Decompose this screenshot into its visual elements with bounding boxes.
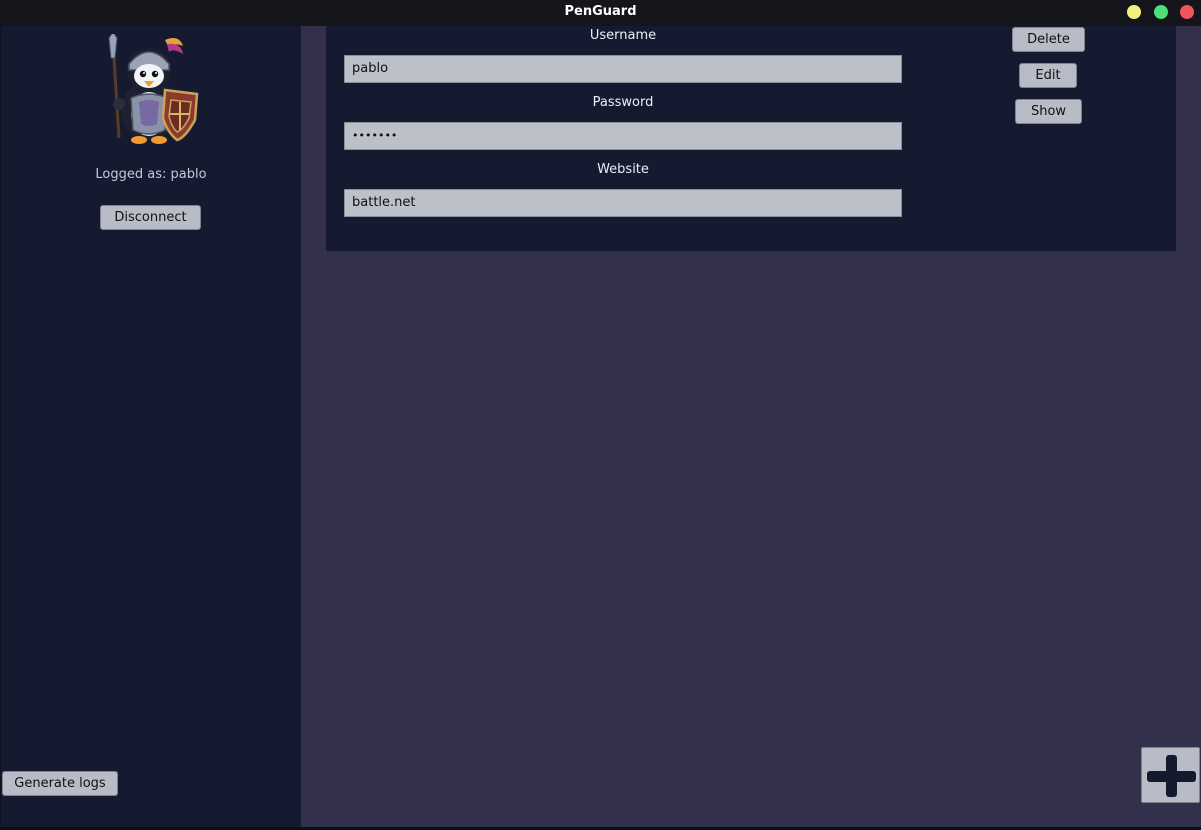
sidebar: Logged as: pablo Disconnect Generate log…: [1, 26, 301, 827]
app-window: PenGuard Logged as: pablo Disconnect Gen…: [0, 0, 1201, 830]
show-button[interactable]: Show: [1015, 99, 1082, 124]
title-bar[interactable]: PenGuard: [0, 0, 1201, 26]
generate-logs-button[interactable]: Generate logs: [2, 771, 118, 796]
logged-user-label: Logged as: pablo: [95, 167, 207, 182]
window-title: PenGuard: [564, 4, 637, 19]
username-label: Username: [589, 28, 657, 43]
delete-button[interactable]: Delete: [1012, 27, 1085, 52]
plus-icon: [1147, 755, 1196, 797]
edit-button[interactable]: Edit: [1019, 63, 1077, 88]
minimize-button[interactable]: [1127, 5, 1141, 19]
disconnect-button[interactable]: Disconnect: [100, 205, 201, 230]
add-entry-button[interactable]: [1141, 747, 1200, 803]
website-label: Website: [597, 162, 649, 177]
maximize-button[interactable]: [1154, 5, 1168, 19]
website-field[interactable]: battle.net: [344, 189, 902, 217]
password-label: Password: [592, 95, 654, 110]
close-button[interactable]: [1180, 5, 1194, 19]
username-field[interactable]: pablo: [344, 55, 902, 83]
password-entry-card: Username pablo Password ••••••• Website …: [326, 26, 1176, 251]
penguin-knight-logo-icon: [99, 31, 203, 146]
password-field[interactable]: •••••••: [344, 122, 902, 150]
main-panel: Username pablo Password ••••••• Website …: [301, 26, 1201, 827]
